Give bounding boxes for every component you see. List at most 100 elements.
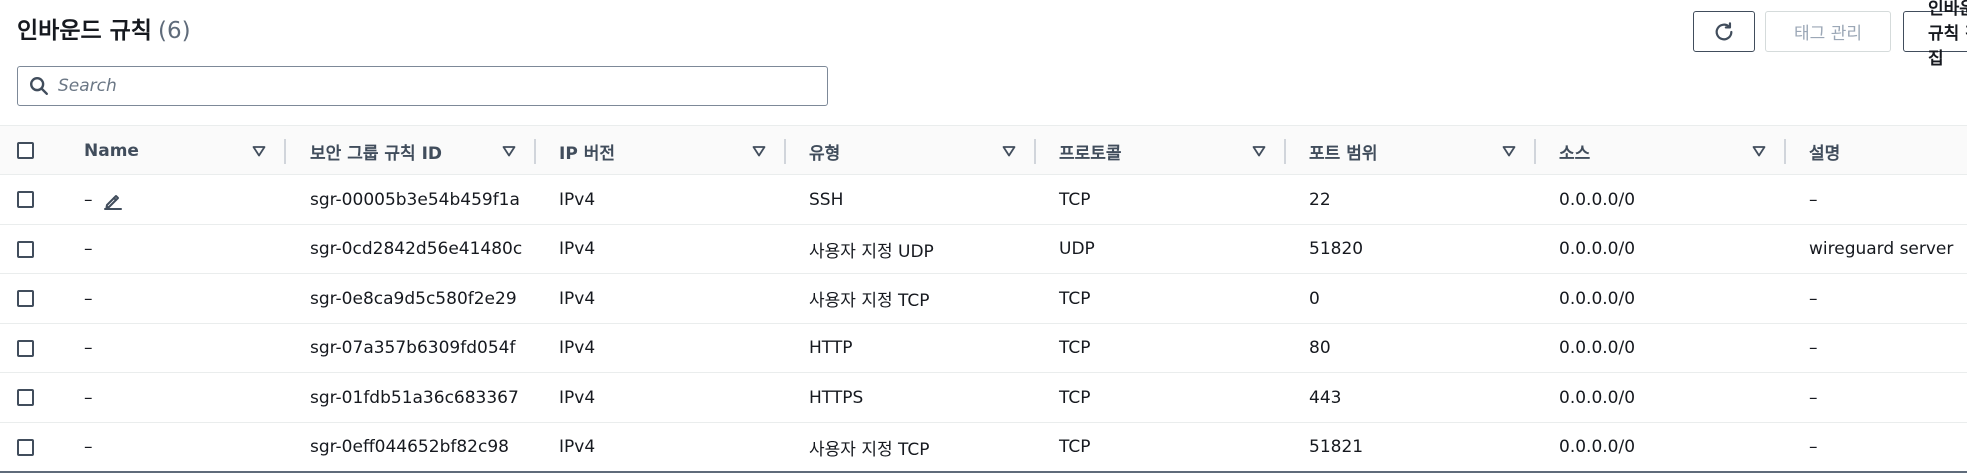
manage-tags-button[interactable]: 태그 관리 [1765, 11, 1891, 52]
cell-ip-version: IPv4 [559, 338, 596, 359]
cell-ip-version: IPv4 [559, 437, 596, 458]
cell-rule-id: sgr-0eff044652bf82c98 [310, 437, 509, 458]
cell-protocol: TCP [1059, 387, 1091, 408]
table-header: Name 보안 그룹 규칙 ID IP 버전 유형 프로토콜 포트 범위 소스 … [0, 125, 1967, 175]
sort-caret-icon[interactable] [502, 145, 516, 157]
column-header-rule-id[interactable]: 보안 그룹 규칙 ID [310, 126, 442, 176]
column-divider[interactable] [534, 139, 536, 164]
cell-type: 사용자 지정 TCP [809, 439, 930, 460]
row-checkbox[interactable] [17, 290, 34, 307]
sort-caret-icon[interactable] [752, 145, 766, 157]
manage-tags-label: 태그 관리 [1794, 24, 1862, 44]
column-divider[interactable] [1034, 139, 1036, 164]
cell-type: HTTP [809, 338, 853, 359]
edit-inbound-rules-button[interactable]: 인바운드 규칙 편집 [1903, 0, 1967, 69]
column-header-source[interactable]: 소스 [1559, 126, 1590, 176]
sort-caret-icon[interactable] [1502, 145, 1516, 157]
cell-rule-id: sgr-0cd2842d56e41480c [310, 239, 523, 260]
sort-caret-icon[interactable] [1752, 145, 1766, 157]
inbound-rules-table: Name 보안 그룹 규칙 ID IP 버전 유형 프로토콜 포트 범위 소스 … [0, 125, 1967, 472]
cell-port-range: 51820 [1309, 239, 1364, 260]
row-checkbox[interactable] [17, 240, 34, 258]
table-row[interactable]: – sgr-00005b3e54b459f1a IPv4 SSH TCP 22 … [0, 175, 1967, 225]
select-all-checkbox[interactable] [17, 142, 34, 159]
rule-count: (6) [157, 18, 191, 44]
cell-source: 0.0.0.0/0 [1559, 239, 1636, 260]
cell-name: – [84, 175, 123, 225]
cell-rule-id: sgr-01fdb51a36c683367 [310, 387, 519, 408]
table-row[interactable]: – sgr-0cd2842d56e41480c IPv4 사용자 지정 UDP … [0, 225, 1967, 274]
column-header-port-range[interactable]: 포트 범위 [1309, 126, 1377, 176]
column-divider[interactable] [784, 139, 786, 164]
refresh-button[interactable] [1693, 11, 1755, 52]
cell-type: 사용자 지정 TCP [809, 291, 930, 312]
cell-type: 사용자 지정 UDP [809, 241, 934, 262]
search-input[interactable] [58, 71, 818, 101]
cell-source: 0.0.0.0/0 [1559, 437, 1636, 458]
column-divider[interactable] [284, 139, 286, 164]
cell-source: 0.0.0.0/0 [1559, 338, 1636, 359]
column-divider[interactable] [1784, 139, 1786, 164]
cell-protocol: TCP [1059, 338, 1091, 359]
column-divider[interactable] [1284, 139, 1286, 164]
cell-description: – [1809, 288, 1818, 309]
cell-port-range: 51821 [1309, 437, 1364, 458]
cell-description: – [1809, 437, 1818, 458]
edit-inbound-rules-label: 인바운드 규칙 편집 [1928, 0, 1967, 69]
cell-description: wireguard server [1809, 239, 1954, 260]
row-checkbox[interactable] [17, 438, 34, 456]
cell-description: – [1809, 387, 1818, 408]
pencil-edit-icon[interactable] [103, 190, 123, 210]
cell-name: – [84, 338, 93, 359]
cell-protocol: TCP [1059, 437, 1091, 458]
cell-ip-version: IPv4 [559, 239, 596, 260]
cell-rule-id: sgr-07a357b6309fd054f [310, 338, 516, 359]
cell-port-range: 0 [1309, 288, 1320, 309]
cell-port-range: 80 [1309, 338, 1331, 359]
cell-rule-id: sgr-0e8ca9d5c580f2e29 [310, 288, 517, 309]
refresh-icon [1715, 21, 1733, 40]
cell-port-range: 22 [1309, 189, 1331, 210]
column-header-name[interactable]: Name [84, 126, 139, 176]
page-title-text: 인바운드 규칙 [17, 18, 152, 44]
cell-ip-version: IPv4 [559, 387, 596, 408]
cell-protocol: UDP [1059, 239, 1095, 260]
column-header-description[interactable]: 설명 [1809, 126, 1840, 176]
cell-source: 0.0.0.0/0 [1559, 189, 1636, 210]
column-header-protocol[interactable]: 프로토콜 [1059, 126, 1122, 176]
column-divider[interactable] [1534, 139, 1536, 164]
table-row[interactable]: – sgr-07a357b6309fd054f IPv4 HTTP TCP 80… [0, 324, 1967, 373]
cell-description: – [1809, 189, 1818, 210]
cell-protocol: TCP [1059, 189, 1091, 210]
cell-description: – [1809, 338, 1818, 359]
sort-caret-icon[interactable] [1252, 145, 1266, 157]
cell-name-text: – [84, 189, 93, 210]
cell-name: – [84, 288, 93, 309]
table-row[interactable]: – sgr-01fdb51a36c683367 IPv4 HTTPS TCP 4… [0, 373, 1967, 423]
column-header-ip-version[interactable]: IP 버전 [559, 126, 615, 176]
row-checkbox[interactable] [17, 339, 34, 357]
cell-type: SSH [809, 189, 844, 210]
cell-rule-id: sgr-00005b3e54b459f1a [310, 189, 520, 210]
page-title: 인바운드 규칙 (6) [17, 11, 191, 45]
search-icon [30, 77, 48, 95]
row-checkbox[interactable] [17, 389, 34, 406]
sort-caret-icon[interactable] [1002, 145, 1016, 157]
search-box[interactable] [17, 66, 828, 106]
sort-caret-icon[interactable] [252, 145, 266, 157]
row-checkbox[interactable] [17, 191, 34, 208]
cell-name: – [84, 437, 93, 458]
cell-ip-version: IPv4 [559, 288, 596, 309]
cell-type: HTTPS [809, 387, 864, 408]
column-header-type[interactable]: 유형 [809, 126, 840, 176]
table-row[interactable]: – sgr-0e8ca9d5c580f2e29 IPv4 사용자 지정 TCP … [0, 274, 1967, 324]
cell-source: 0.0.0.0/0 [1559, 288, 1636, 309]
cell-protocol: TCP [1059, 288, 1091, 309]
cell-name: – [84, 239, 93, 260]
cell-ip-version: IPv4 [559, 189, 596, 210]
cell-port-range: 443 [1309, 387, 1342, 408]
panel-header: 인바운드 규칙(6) 태그 관리 인바운드 규칙 편집 [0, 0, 1967, 69]
cell-name: – [84, 387, 93, 408]
table-row[interactable]: – sgr-0eff044652bf82c98 IPv4 사용자 지정 TCP … [0, 423, 1967, 472]
cell-source: 0.0.0.0/0 [1559, 387, 1636, 408]
